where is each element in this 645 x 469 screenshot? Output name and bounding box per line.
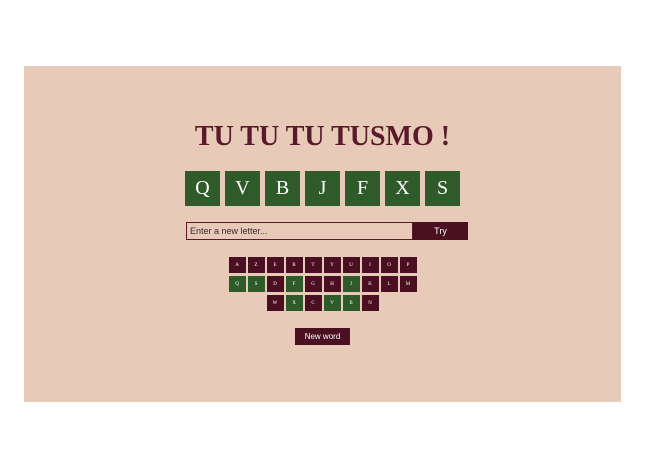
page-title: TU TU TU TUSMO ! (194, 121, 451, 152)
key-f[interactable]: F (285, 276, 303, 292)
key-l[interactable]: L (380, 276, 398, 292)
key-j[interactable]: J (342, 276, 360, 292)
key-m[interactable]: M (399, 276, 417, 292)
keyboard-row-1: A Z E R T Y U I O P (228, 257, 417, 273)
word-letter-tile: F (345, 171, 380, 206)
key-a[interactable]: A (228, 257, 246, 273)
keyboard-row-3: W X C V B N (266, 295, 379, 311)
key-t[interactable]: T (304, 257, 322, 273)
key-y[interactable]: Y (323, 257, 341, 273)
key-z[interactable]: Z (247, 257, 265, 273)
word-letter-tile: Q (185, 171, 220, 206)
key-p[interactable]: P (399, 257, 417, 273)
key-r[interactable]: R (285, 257, 303, 273)
key-k[interactable]: K (361, 276, 379, 292)
key-w[interactable]: W (266, 295, 284, 311)
guess-form: Try (186, 222, 468, 240)
key-b[interactable]: B (342, 295, 360, 311)
word-letter-tile: B (265, 171, 300, 206)
key-h[interactable]: H (323, 276, 341, 292)
key-e[interactable]: E (266, 257, 284, 273)
key-i[interactable]: I (361, 257, 379, 273)
new-word-button[interactable]: New word (295, 328, 350, 345)
key-n[interactable]: N (361, 295, 379, 311)
key-x[interactable]: X (285, 295, 303, 311)
key-d[interactable]: D (266, 276, 284, 292)
word-letter-tile: X (385, 171, 420, 206)
word-letter-tile: S (425, 171, 460, 206)
letter-keyboard: A Z E R T Y U I O P Q S D F G H J K L M … (24, 257, 621, 311)
word-display: Q V B J F X S (185, 171, 460, 206)
key-g[interactable]: G (304, 276, 322, 292)
word-letter-tile: J (305, 171, 340, 206)
key-u[interactable]: U (342, 257, 360, 273)
key-v[interactable]: V (323, 295, 341, 311)
keyboard-row-2: Q S D F G H J K L M (228, 276, 417, 292)
word-letter-tile: V (225, 171, 260, 206)
key-o[interactable]: O (380, 257, 398, 273)
key-q[interactable]: Q (228, 276, 246, 292)
key-c[interactable]: C (304, 295, 322, 311)
key-s[interactable]: S (247, 276, 265, 292)
game-panel: TU TU TU TUSMO ! Q V B J F X S Try A Z E… (24, 66, 621, 402)
try-button[interactable]: Try (413, 222, 468, 240)
letter-input[interactable] (186, 222, 413, 240)
